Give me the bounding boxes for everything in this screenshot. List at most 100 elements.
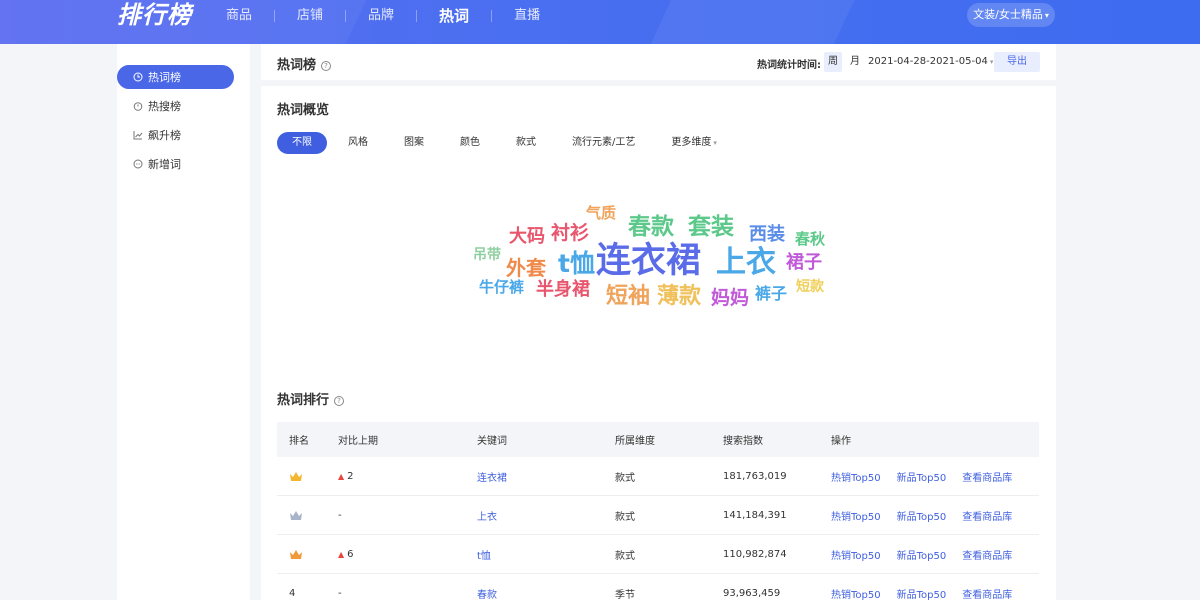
crown-icon [289, 471, 303, 482]
word-cloud-word[interactable]: 短袖 [606, 286, 650, 308]
date-range-picker[interactable]: 2021-04-28-2021-05-04 ▾ [868, 56, 993, 67]
nav-item-brands[interactable]: 品牌 [354, 0, 408, 32]
nav-item-hotwords[interactable]: 热词 [425, 0, 483, 32]
filter-tab-pattern[interactable]: 图案 [389, 132, 439, 154]
word-cloud-word[interactable]: 吊带 [473, 248, 501, 262]
category-select[interactable]: 文装/女士精品 ▾ [967, 3, 1055, 27]
table-header: 排名 对比上期 关键词 所属维度 搜索指数 操作 [277, 422, 1039, 457]
arrow-up-icon: ▲ [338, 471, 345, 481]
word-cloud-word[interactable]: 牛仔裤 [479, 280, 524, 295]
table-row: ▲ 2 连衣裙 款式 181,763,019 热销Top50 新品Top50 查看商品库 [277, 457, 1039, 496]
search-index-cell: 93,963,459 [723, 587, 781, 599]
word-cloud-word[interactable]: 薄款 [657, 286, 701, 308]
arrow-up-icon: ▲ [338, 549, 345, 559]
column-header: 操作 [831, 436, 851, 447]
nav-item-products[interactable]: 商品 [212, 0, 266, 32]
period-month-button[interactable]: 月 [846, 52, 864, 72]
word-cloud: 气质大码 衬衫 春款 套装 西装 春秋吊带 外套 t恤 连衣裙 上衣 裙子牛仔裤 半身裙 短袖 薄款 妈妈裤… [461, 206, 841, 336]
keyword-link[interactable]: 上衣 [477, 508, 497, 523]
hot-top50-link[interactable]: 热销Top50 [831, 586, 881, 600]
new-top50-link[interactable]: 新品Top50 [897, 586, 947, 600]
compare-cell: ▲ 2 [338, 471, 354, 482]
word-cloud-word[interactable]: 西装 [749, 226, 785, 244]
sidebar-item-hot-search[interactable]: 热搜榜 [117, 94, 234, 118]
app-logo: 排行榜 [117, 1, 192, 29]
word-cloud-word[interactable]: 衬衫 [551, 224, 589, 243]
chat-icon [133, 159, 143, 169]
crown-icon [289, 510, 303, 521]
word-cloud-word[interactable]: 春款 [628, 216, 674, 239]
nav-divider [416, 10, 418, 22]
period-week-button[interactable]: 周 [824, 52, 842, 72]
dimension-cell: 款式 [615, 472, 635, 484]
sidebar-item-new-words[interactable]: 新增词 [117, 152, 234, 176]
table-row: ▲ 6 t恤 款式 110,982,874 热销Top50 新品Top50 查看商品库 [277, 535, 1039, 574]
view-product-library-link[interactable]: 查看商品库 [962, 508, 1012, 523]
word-cloud-word[interactable]: t恤 [558, 251, 595, 276]
new-top50-link[interactable]: 新品Top50 [897, 508, 947, 523]
hot-top50-link[interactable]: 热销Top50 [831, 469, 881, 484]
word-cloud-word[interactable]: 套装 [688, 216, 734, 239]
word-cloud-word[interactable]: 裤子 [755, 286, 787, 302]
table-body: ▲ 2 连衣裙 款式 181,763,019 热销Top50 新品Top50 查看商品库 - 上衣… [277, 457, 1039, 600]
dimension-cell: 款式 [615, 550, 635, 562]
help-icon[interactable]: ? [334, 395, 345, 406]
view-product-library-link[interactable]: 查看商品库 [962, 547, 1012, 562]
search-index-cell: 110,982,874 [723, 548, 787, 560]
column-header: 对比上期 [338, 436, 378, 447]
filter-tab-color[interactable]: 颜色 [445, 132, 495, 154]
ops-cell: 热销Top50 新品Top50 查看商品库 [831, 586, 1012, 600]
compare-cell: ▲ 6 [338, 549, 354, 560]
word-cloud-word[interactable]: 外套 [506, 258, 546, 278]
word-cloud-word[interactable]: 春秋 [795, 232, 825, 247]
help-icon[interactable]: ? [321, 60, 332, 71]
filter-tab-more-label: 更多维度 [671, 137, 712, 148]
hot-top50-link[interactable]: 热销Top50 [831, 508, 881, 523]
view-product-library-link[interactable]: 查看商品库 [962, 469, 1012, 484]
sidebar-item-rising[interactable]: 飙升榜 [117, 123, 234, 147]
export-button[interactable]: 导出 [994, 52, 1040, 72]
compare-value: - [338, 587, 342, 599]
nav-divider [491, 10, 493, 22]
ranking-title-text: 热词排行 [277, 393, 330, 408]
keyword-link[interactable]: 连衣裙 [477, 469, 507, 484]
word-cloud-word[interactable]: 气质 [586, 206, 616, 221]
word-cloud-word[interactable]: 半身裙 [536, 281, 590, 299]
filter-tab-style[interactable]: 风格 [333, 132, 383, 154]
word-cloud-word[interactable]: 大码 [509, 228, 545, 246]
chevron-down-icon: ▾ [1044, 11, 1049, 20]
word-cloud-word[interactable]: 上衣 [716, 248, 776, 278]
new-top50-link[interactable]: 新品Top50 [897, 547, 947, 562]
filter-tab-trend[interactable]: 流行元素/工艺 [557, 132, 650, 154]
filter-tab-more[interactable]: 更多维度 ▾ [656, 132, 732, 154]
stat-time-label: 热词统计时间: [757, 60, 821, 71]
compare-value: 2 [347, 470, 354, 482]
filter-tab-all[interactable]: 不限 [277, 132, 327, 154]
ops-cell: 热销Top50 新品Top50 查看商品库 [831, 547, 1012, 562]
nav-divider [274, 10, 276, 22]
keyword-link[interactable]: t恤 [477, 547, 491, 562]
word-cloud-word[interactable]: 短款 [796, 280, 824, 294]
word-cloud-word[interactable]: 裙子 [786, 254, 822, 272]
new-top50-link[interactable]: 新品Top50 [897, 469, 947, 484]
compare-cell: - [338, 510, 342, 521]
search-index-cell: 141,184,391 [723, 509, 787, 521]
hot-top50-link[interactable]: 热销Top50 [831, 547, 881, 562]
word-cloud-word[interactable]: 连衣裙 [596, 244, 701, 279]
keyword-link[interactable]: 春款 [477, 586, 497, 600]
sidebar-item-hotword-list[interactable]: 热词榜 [117, 65, 234, 89]
column-header: 搜索指数 [723, 436, 763, 447]
dimension-cell: 款式 [615, 511, 635, 523]
rank-number: 4 [289, 587, 296, 599]
main-body: 热词概览 不限 风格 图案 颜色 款式 流行元素/工艺 更多维度 ▾ 气质大码 衬衫… [261, 86, 1056, 600]
nav-item-live[interactable]: 直播 [500, 0, 554, 32]
table-row: - 上衣 款式 141,184,391 热销Top50 新品Top50 查看商品库 [277, 496, 1039, 535]
nav-divider [345, 10, 347, 22]
view-product-library-link[interactable]: 查看商品库 [962, 586, 1012, 600]
word-cloud-word[interactable]: 妈妈 [711, 289, 749, 308]
filter-tab-type[interactable]: 款式 [501, 132, 551, 154]
nav-item-shops[interactable]: 店铺 [283, 0, 337, 32]
main-header: 热词榜? 热词统计时间: 周 月 2021-04-28-2021-05-04 ▾ … [261, 44, 1056, 80]
filter-tabs: 不限 风格 图案 颜色 款式 流行元素/工艺 更多维度 ▾ [277, 132, 738, 154]
overview-title: 热词概览 [277, 103, 330, 118]
